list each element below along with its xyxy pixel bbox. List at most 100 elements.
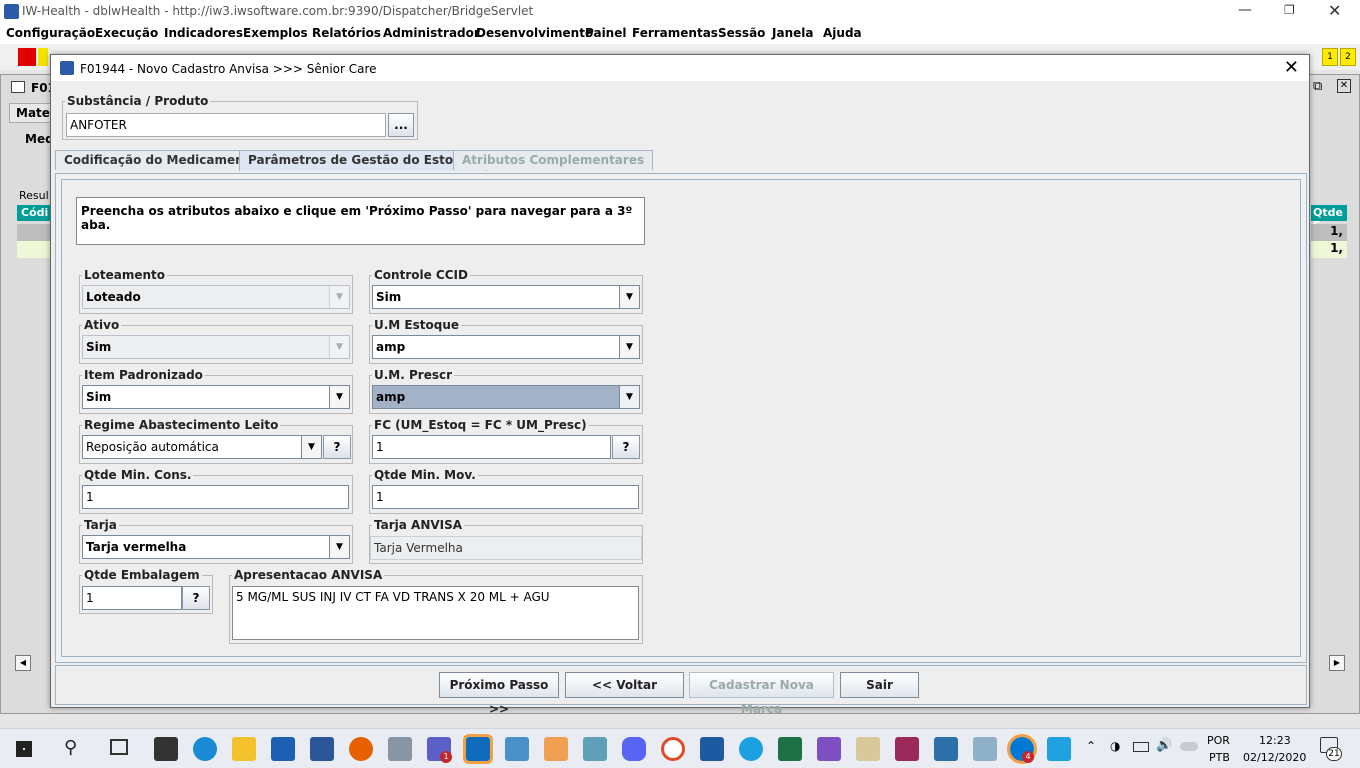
tray-chevron-up-icon[interactable]: ⌃ bbox=[1086, 739, 1096, 753]
windows-start-icon[interactable] bbox=[16, 741, 32, 757]
regime-select[interactable]: Reposição automática ▼ bbox=[82, 435, 322, 459]
menu-ferramentas[interactable]: Ferramentas bbox=[632, 26, 718, 40]
proximo-passo-button[interactable]: Próximo Passo >> bbox=[439, 672, 559, 716]
edge-icon[interactable] bbox=[193, 737, 217, 761]
sair-button[interactable]: Sair bbox=[840, 672, 919, 698]
clock-date[interactable]: 02/12/2020 bbox=[1243, 751, 1306, 764]
mail-icon[interactable] bbox=[271, 737, 295, 761]
frame-results: Resul bbox=[19, 189, 49, 202]
fc-help-button[interactable]: ? bbox=[612, 435, 640, 459]
menu-administrador[interactable]: Administrador bbox=[383, 26, 480, 40]
um-estoque-select[interactable]: amp ▼ bbox=[372, 335, 640, 359]
file-explorer-icon[interactable] bbox=[232, 737, 256, 761]
qtde-embalagem-input[interactable]: 1 bbox=[82, 586, 182, 610]
battery-icon[interactable] bbox=[1133, 742, 1149, 752]
close-icon[interactable]: ✕ bbox=[1328, 1, 1341, 20]
tab-atributos-complementares[interactable]: Atributos Complementares bbox=[453, 150, 654, 170]
dialog-titlebar: F01944 - Novo Cadastro Anvisa >>> Sênior… bbox=[51, 55, 1309, 81]
controle-ccid-select[interactable]: Sim ▼ bbox=[372, 285, 640, 309]
java-icon[interactable] bbox=[544, 737, 568, 761]
menu-desenvolvimento[interactable]: Desenvolvimento bbox=[476, 26, 593, 40]
chevron-down-icon: ▼ bbox=[329, 536, 349, 558]
visual-studio-icon[interactable] bbox=[817, 737, 841, 761]
item-padronizado-value: Sim bbox=[86, 390, 112, 404]
word-icon[interactable] bbox=[310, 737, 334, 761]
menu-relatorios[interactable]: Relatórios bbox=[312, 26, 381, 40]
scroll-left-icon[interactable]: ◀ bbox=[15, 655, 31, 671]
wifi-icon[interactable]: ◑ bbox=[1110, 739, 1120, 753]
frame-maximize-icon[interactable]: ⧉ bbox=[1313, 79, 1322, 94]
loteamento-select[interactable]: Loteado ▼ bbox=[82, 285, 350, 309]
loteamento-value: Loteado bbox=[86, 290, 141, 304]
menu-sessao[interactable]: Sessão bbox=[718, 26, 765, 40]
onedrive-icon[interactable] bbox=[1180, 742, 1198, 751]
virtualbox-icon[interactable] bbox=[934, 737, 958, 761]
yellow-square-icon[interactable] bbox=[38, 48, 48, 66]
menu-painel[interactable]: Painel bbox=[585, 26, 626, 40]
volume-icon[interactable]: 🔊 bbox=[1156, 738, 1172, 753]
menu-indicadores[interactable]: Indicadores bbox=[164, 26, 243, 40]
monitor-icon[interactable] bbox=[973, 737, 997, 761]
yellow-badge-2[interactable]: 2 bbox=[1340, 48, 1356, 66]
tool-icon[interactable] bbox=[388, 737, 412, 761]
dialog-close-icon[interactable]: ✕ bbox=[1284, 57, 1299, 78]
um-prescr-select[interactable]: amp ▼ bbox=[372, 385, 640, 409]
tarja-select[interactable]: Tarja vermelha ▼ bbox=[82, 535, 350, 559]
maximize-icon[interactable]: ❐ bbox=[1284, 3, 1295, 17]
winrar-icon[interactable] bbox=[895, 737, 919, 761]
notification-count: 21 bbox=[1326, 747, 1342, 761]
red-square-icon[interactable] bbox=[18, 48, 36, 66]
qtde-min-cons-label: Qtde Min. Cons. bbox=[84, 468, 192, 482]
substancia-input[interactable]: ANFOTER bbox=[66, 113, 386, 137]
regime-help-button[interactable]: ? bbox=[323, 435, 351, 459]
paint-icon[interactable] bbox=[856, 737, 880, 761]
window-titlebar: IW-Health - dblwHealth - http://iw3.iwso… bbox=[0, 0, 1360, 24]
clock-time[interactable]: 12:23 bbox=[1259, 734, 1291, 747]
item-padronizado-select[interactable]: Sim ▼ bbox=[82, 385, 350, 409]
photos-icon[interactable] bbox=[700, 737, 724, 761]
tab-codificacao[interactable]: Codificação do Medicamento bbox=[55, 150, 267, 170]
qtde-embalagem-help-button[interactable]: ? bbox=[182, 586, 210, 610]
vpn-icon[interactable] bbox=[661, 737, 685, 761]
menu-execucao[interactable]: Execução bbox=[95, 26, 158, 40]
qtde-min-cons-input[interactable]: 1 bbox=[82, 485, 349, 509]
grid-row-left-1 bbox=[17, 224, 51, 241]
task-view-icon[interactable] bbox=[110, 739, 128, 755]
dialog-title: F01944 - Novo Cadastro Anvisa >>> Sênior… bbox=[80, 62, 377, 76]
language-indicator[interactable]: POR bbox=[1207, 734, 1230, 747]
voltar-button[interactable]: << Voltar bbox=[565, 672, 684, 698]
notes-icon[interactable] bbox=[583, 737, 607, 761]
outlook-icon[interactable] bbox=[463, 734, 493, 764]
menu-ajuda[interactable]: Ajuda bbox=[823, 26, 862, 40]
menu-bar: Configuração Execução Indicadores Exempl… bbox=[0, 24, 1360, 44]
frame-close-icon[interactable]: ✕ bbox=[1337, 79, 1351, 93]
tab-parametros-gestao[interactable]: Parâmetros de Gestão do Estoque bbox=[239, 150, 488, 171]
menu-janela[interactable]: Janela bbox=[772, 26, 813, 40]
ie-icon[interactable] bbox=[739, 737, 763, 761]
loteamento-label: Loteamento bbox=[84, 268, 166, 282]
menu-configuracao[interactable]: Configuração bbox=[6, 26, 95, 40]
tarja-value: Tarja vermelha bbox=[86, 540, 187, 554]
excel-icon[interactable] bbox=[778, 737, 802, 761]
search-icon[interactable]: ⚲ bbox=[64, 737, 77, 758]
language-indicator-2[interactable]: PTB bbox=[1209, 751, 1230, 764]
app-window-icon[interactable] bbox=[505, 737, 529, 761]
scroll-right-icon[interactable]: ▶ bbox=[1329, 655, 1345, 671]
item-padronizado-label: Item Padronizado bbox=[84, 368, 203, 382]
discord-icon[interactable] bbox=[622, 737, 646, 761]
um-estoque-value: amp bbox=[376, 340, 406, 354]
fc-input[interactable]: 1 bbox=[372, 435, 611, 459]
qtde-min-mov-input[interactable]: 1 bbox=[372, 485, 639, 509]
minimize-icon[interactable]: — bbox=[1238, 2, 1252, 18]
fc-label: FC (UM_Estoq = FC * UM_Presc) bbox=[374, 418, 587, 432]
ativo-select[interactable]: Sim ▼ bbox=[82, 335, 350, 359]
cadastrar-nova-marca-button[interactable]: Cadastrar Nova Marca bbox=[689, 672, 834, 716]
store-icon[interactable] bbox=[154, 737, 178, 761]
substancia-browse-button[interactable]: ... bbox=[388, 113, 414, 137]
app-store-icon[interactable] bbox=[1047, 737, 1071, 761]
apresentacao-textarea[interactable]: 5 MG/ML SUS INJ IV CT FA VD TRANS X 20 M… bbox=[232, 586, 639, 640]
menu-exemplos[interactable]: Exemplos bbox=[243, 26, 308, 40]
firefox-icon[interactable] bbox=[349, 737, 373, 761]
yellow-badge-1[interactable]: 1 bbox=[1322, 48, 1338, 66]
chevron-down-icon: ▼ bbox=[619, 336, 639, 358]
